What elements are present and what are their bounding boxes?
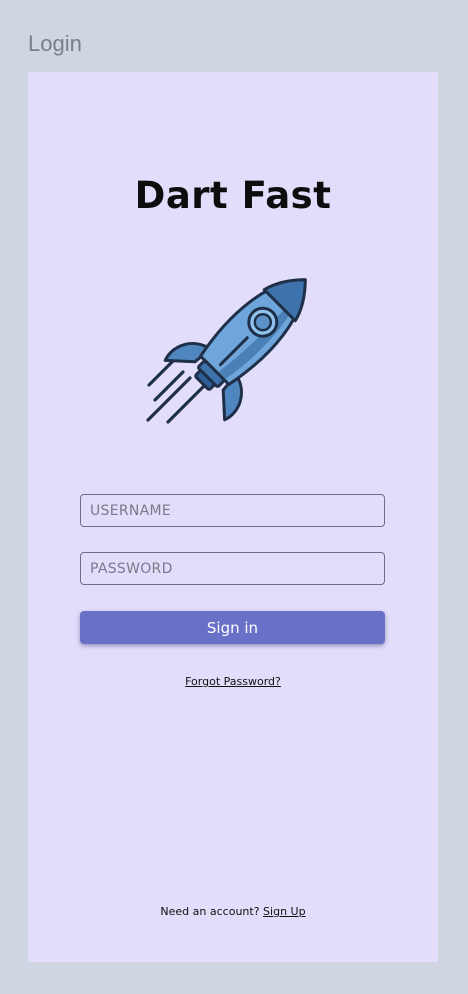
page-title: Login <box>28 31 82 56</box>
sign-in-button[interactable]: Sign in <box>80 611 385 644</box>
rocket-icon <box>146 278 307 424</box>
password-field[interactable] <box>80 552 385 585</box>
sign-up-link[interactable]: Sign Up <box>263 905 306 918</box>
username-field[interactable] <box>80 494 385 527</box>
forgot-password-row: Forgot Password? <box>28 675 438 688</box>
login-card: Dart Fast USERNAME Sign in Forgot Passwo… <box>28 72 438 962</box>
signup-prompt: Need an account? Sign Up <box>28 905 438 918</box>
signup-prompt-text: Need an account? <box>160 905 260 918</box>
forgot-password-link[interactable]: Forgot Password? <box>185 675 281 688</box>
app-title: Dart Fast <box>134 174 332 217</box>
